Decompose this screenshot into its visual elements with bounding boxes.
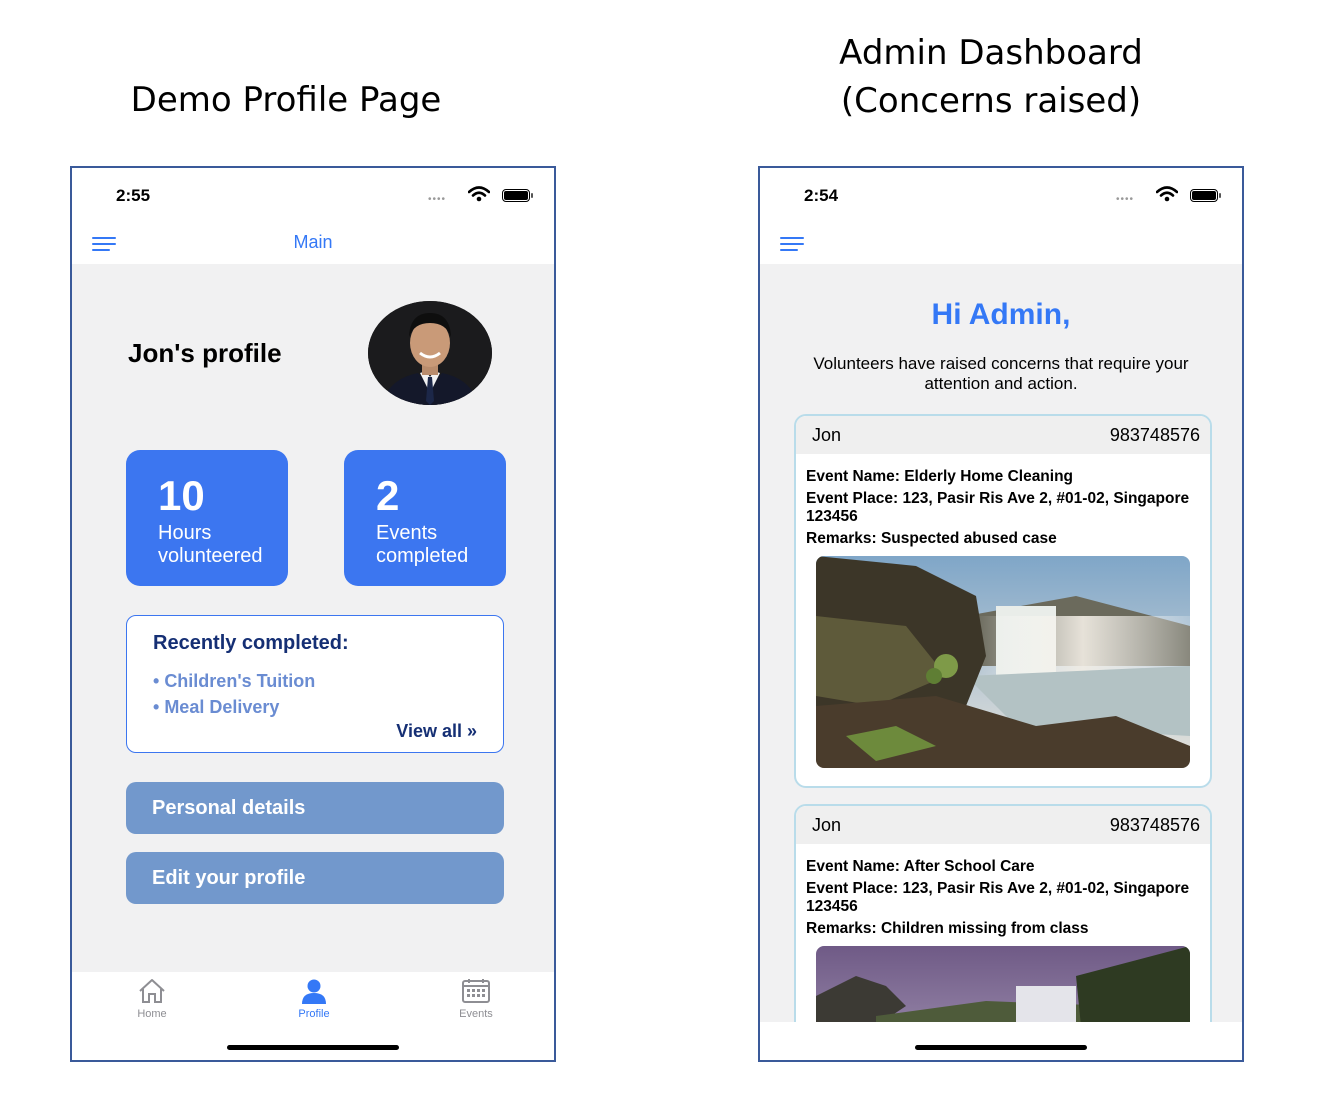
right-caption-line1: Admin Dashboard [839,33,1143,73]
event-name: Event Name: Elderly Home Cleaning [806,468,1074,485]
right-caption: Admin Dashboard (Concerns raised) [760,29,1222,125]
list-item: Meal Delivery [153,694,315,720]
concern-details: Event Name: After School Care Event Plac… [796,844,1210,938]
hours-label: Hours volunteered [158,522,263,567]
avatar [368,301,492,405]
wifi-icon [1156,186,1178,202]
admin-content: Hi Admin, Volunteers have raised concern… [760,264,1242,1060]
nav-bar [760,224,1242,264]
event-place: Event Place: 123, Pasir Ris Ave 2, #01-0… [806,490,1190,525]
status-time: 2:54 [804,186,839,205]
nav-title: Main [293,232,333,252]
bottom-area [760,1022,1242,1060]
status-bar: 2:54 •••• [760,168,1242,224]
recently-completed-list: Children's Tuition Meal Delivery [153,668,315,720]
tab-bar: Home Profile Events [72,972,554,1060]
tab-home[interactable]: Home [102,978,202,1020]
signal-icon: •••• [427,194,446,205]
wifi-icon [468,186,490,202]
volunteer-phone: 983748576 [1109,815,1200,835]
avatar-photo-icon [368,301,492,405]
hours-stat-card: 10 Hours volunteered [126,450,288,586]
remarks: Remarks: Children missing from class [806,920,1089,937]
menu-icon[interactable] [780,237,804,253]
right-caption-line2: (Concerns raised) [840,81,1142,121]
tab-home-label: Home [137,1008,167,1020]
status-bar: 2:55 •••• [72,168,554,224]
tab-events[interactable]: Events [426,978,526,1020]
concern-card-header: Jon 983748576 [796,806,1210,844]
profile-title: Jon's profile [128,338,282,368]
concern-photo [816,556,1190,768]
concern-card[interactable]: Jon 983748576 Event Name: Elderly Home C… [794,414,1212,788]
events-label: Events completed [376,522,469,567]
profile-phone-frame: 2:55 •••• Main Jon's profile 10 Hours vo… [70,166,556,1062]
event-place: Event Place: 123, Pasir Ris Ave 2, #01-0… [806,880,1190,915]
list-item: Children's Tuition [153,668,315,694]
home-indicator [915,1045,1087,1050]
personal-details-button[interactable]: Personal details [126,782,504,834]
edit-profile-button[interactable]: Edit your profile [126,852,504,904]
battery-icon [502,189,533,202]
tab-events-label: Events [459,1008,493,1020]
event-name: Event Name: After School Care [806,858,1035,875]
events-stat-card: 2 Events completed [344,450,506,586]
volunteer-name: Jon [812,815,842,835]
waterfall-photo-icon [816,556,1190,768]
tab-profile-label: Profile [298,1008,330,1020]
home-indicator [227,1045,399,1050]
left-caption: Demo Profile Page [130,80,442,120]
recently-completed-card: Recently completed: Children's Tuition M… [126,615,504,753]
nav-bar: Main [72,224,554,264]
volunteer-name: Jon [812,425,842,445]
battery-icon [1190,189,1221,202]
volunteer-phone: 983748576 [1109,425,1200,445]
person-icon [302,979,326,1004]
events-value: 2 [376,472,400,519]
status-time: 2:55 [116,186,151,205]
admin-greeting: Hi Admin, [931,298,1071,331]
admin-intro-text: Volunteers have raised concerns that req… [813,354,1189,393]
remarks: Remarks: Suspected abused case [806,530,1057,547]
concern-card-header: Jon 983748576 [796,416,1210,454]
recently-completed-title: Recently completed: [153,632,349,654]
view-all-link[interactable]: View all » [396,721,477,742]
profile-content: Jon's profile 10 Hours volunteered 2 Eve… [72,264,554,1060]
signal-icon: •••• [1115,194,1134,205]
home-icon [139,979,165,1003]
concern-details: Event Name: Elderly Home Cleaning Event … [796,454,1210,548]
hours-value: 10 [158,472,205,519]
tab-profile[interactable]: Profile [264,978,364,1020]
calendar-icon [462,979,490,1003]
admin-phone-frame: 2:54 •••• Hi Admin, Volunteers have rais… [758,166,1244,1062]
